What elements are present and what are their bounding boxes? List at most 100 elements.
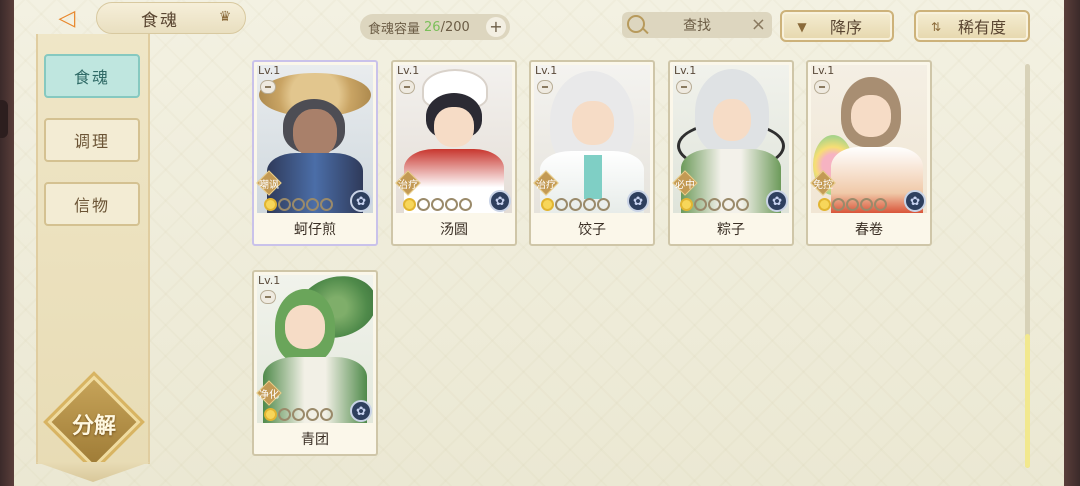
food-soul-card[interactable]: Lv.1 净化 ✿ 青团 [252, 270, 378, 456]
flower-icon: ✿ [350, 400, 372, 422]
tab-label: 信物 [73, 196, 110, 215]
level-label: Lv.1 [674, 64, 697, 77]
role-tag: 必中 [672, 170, 698, 196]
star-icon [832, 198, 845, 211]
tab-food-souls[interactable]: 食魂 [44, 54, 140, 98]
level-label: Lv.1 [812, 64, 835, 77]
star-icon [445, 198, 458, 211]
search-icon [627, 15, 645, 33]
star-icon [818, 198, 831, 211]
star-icon [583, 198, 596, 211]
star-icon [694, 198, 707, 211]
card-name: 饺子 [578, 222, 606, 238]
role-label: 净化 [259, 389, 279, 401]
star-icon [722, 198, 735, 211]
search-placeholder: 查找 [683, 18, 711, 34]
star-icon [431, 198, 444, 211]
tab-label: 调理 [73, 132, 110, 151]
food-soul-card[interactable]: Lv.1 必中 ✿ 粽子 [668, 60, 794, 246]
scroll-thumb[interactable] [1025, 334, 1030, 468]
star-icon [292, 198, 305, 211]
star-rating [541, 198, 610, 211]
card-name: 青团 [301, 432, 329, 448]
role-tag: 净化 [256, 380, 282, 406]
level-label: Lv.1 [397, 64, 420, 77]
star-icon [555, 198, 568, 211]
star-rating [403, 198, 472, 211]
level-label: Lv.1 [258, 64, 281, 77]
role-tag: 免控 [810, 170, 836, 196]
lock-icon[interactable] [537, 80, 553, 94]
capacity-total: /200 [440, 19, 470, 35]
star-icon [320, 408, 333, 421]
star-rating [818, 198, 887, 211]
card-name: 汤圆 [440, 222, 468, 238]
star-icon [292, 408, 305, 421]
star-icon [306, 408, 319, 421]
star-icon [278, 408, 291, 421]
star-rating [264, 198, 333, 211]
role-label: 嘲讽 [259, 179, 279, 191]
side-notch [0, 100, 8, 138]
back-button[interactable]: ◁ [50, 4, 84, 32]
star-icon [846, 198, 859, 211]
role-tag: 治疗 [395, 170, 421, 196]
clear-search-button[interactable]: × [751, 14, 766, 35]
star-icon [417, 198, 430, 211]
card-name: 春卷 [855, 222, 883, 238]
sort-key-button[interactable]: ⇅ 稀有度 [914, 10, 1030, 42]
food-soul-card[interactable]: Lv.1 治疗 ✿ 饺子 [529, 60, 655, 246]
star-rating [680, 198, 749, 211]
lock-icon[interactable] [676, 80, 692, 94]
decompose-label[interactable]: 分解 [54, 408, 134, 440]
star-icon [860, 198, 873, 211]
lock-icon[interactable] [260, 290, 276, 304]
star-icon [264, 198, 277, 211]
capacity-current: 26 [424, 19, 441, 35]
star-icon [306, 198, 319, 211]
flower-icon: ✿ [350, 190, 372, 212]
sort-order-button[interactable]: ▼ 降序 [780, 10, 894, 42]
add-capacity-button[interactable]: + [486, 17, 506, 37]
scrollbar[interactable] [1025, 64, 1030, 468]
star-rating [264, 408, 333, 421]
page-title: 食魂 [141, 10, 179, 31]
tab-tokens[interactable]: 信物 [44, 182, 140, 226]
capacity-label: 食魂容量 [368, 21, 421, 37]
role-label: 免控 [813, 179, 833, 191]
star-icon [320, 198, 333, 211]
level-label: Lv.1 [535, 64, 558, 77]
crown-icon[interactable]: ♛ [215, 9, 235, 27]
level-label: Lv.1 [258, 274, 281, 287]
star-icon [680, 198, 693, 211]
sort-order-label: 降序 [830, 18, 863, 37]
lock-icon[interactable] [260, 80, 276, 94]
food-soul-card[interactable]: Lv.1 治疗 ✿ 汤圆 [391, 60, 517, 246]
lock-icon[interactable] [399, 80, 415, 94]
window-edge-left [0, 0, 14, 486]
role-tag: 治疗 [533, 170, 559, 196]
search-input[interactable]: 查找 × [622, 12, 772, 38]
food-soul-card[interactable]: Lv.1 嘲讽 ✿ 蚵仔煎 [252, 60, 378, 246]
star-icon [403, 198, 416, 211]
food-soul-card[interactable]: Lv.1 免控 ✿ 春卷 [806, 60, 932, 246]
flower-icon: ✿ [904, 190, 926, 212]
star-icon [874, 198, 887, 211]
star-icon [736, 198, 749, 211]
swap-icon: ⇅ [930, 20, 942, 34]
star-icon [264, 408, 277, 421]
flower-icon: ✿ [766, 190, 788, 212]
triangle-down-icon: ▼ [797, 20, 807, 34]
card-name: 粽子 [717, 222, 745, 238]
card-name: 蚵仔煎 [294, 222, 336, 238]
role-label: 治疗 [398, 179, 418, 191]
lock-icon[interactable] [814, 80, 830, 94]
title-plate: 食魂 ♛ [96, 2, 246, 34]
star-icon [597, 198, 610, 211]
star-icon [459, 198, 472, 211]
star-icon [569, 198, 582, 211]
window-edge-right [1064, 0, 1080, 486]
back-arrow-icon: ◁ [58, 5, 76, 31]
role-label: 必中 [675, 179, 695, 191]
tab-conditioning[interactable]: 调理 [44, 118, 140, 162]
